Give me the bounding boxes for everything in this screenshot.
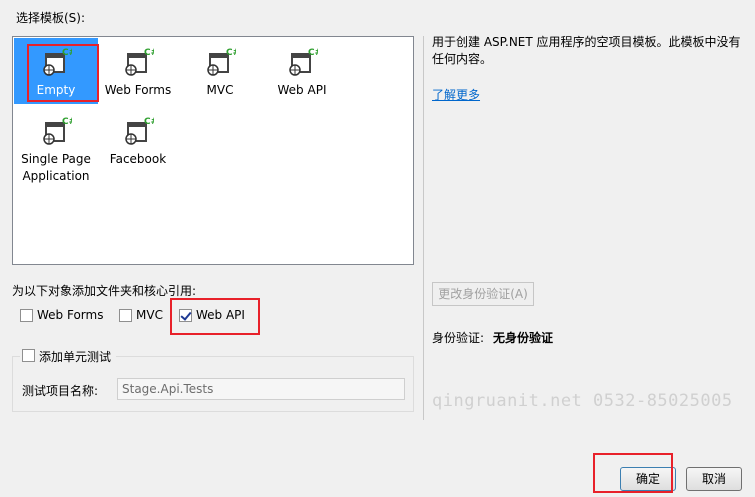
group-border-right bbox=[116, 356, 414, 357]
web-api-project-icon: C# bbox=[289, 48, 318, 76]
template-facebook[interactable]: C# Facebook bbox=[96, 107, 180, 173]
web-forms-checkbox[interactable] bbox=[20, 309, 33, 322]
svg-text:C#: C# bbox=[144, 48, 154, 58]
template-single-page-application[interactable]: C# Single Page Application bbox=[14, 107, 98, 183]
cancel-button[interactable]: 取消 bbox=[686, 467, 742, 491]
authentication-value: 无身份验证 bbox=[493, 331, 554, 345]
template-label-line2: Application bbox=[22, 169, 90, 183]
template-description-line1: 用于创建 ASP.NET 应用程序的空项目模板。此模板中没有 bbox=[432, 35, 741, 49]
spa-project-icon: C# bbox=[43, 117, 72, 145]
watermark-text: qingruanit.net 0532-85025005 bbox=[432, 391, 733, 411]
test-project-name-input[interactable] bbox=[117, 378, 405, 400]
template-mvc[interactable]: C# MVC bbox=[178, 38, 262, 104]
authentication-label: 身份验证: bbox=[432, 331, 485, 345]
highlight-box-ok bbox=[593, 453, 673, 493]
template-label: Facebook bbox=[109, 152, 167, 166]
mvc-checkbox[interactable] bbox=[119, 309, 132, 322]
mvc-project-icon: C# bbox=[207, 48, 236, 76]
web-forms-checkbox-label: Web Forms bbox=[37, 308, 104, 322]
facebook-project-icon: C# bbox=[125, 117, 154, 145]
highlight-box-web-api bbox=[170, 298, 260, 335]
svg-text:C#: C# bbox=[62, 117, 72, 127]
svg-text:C#: C# bbox=[308, 48, 318, 58]
template-description-line2: 任何内容。 bbox=[432, 52, 493, 66]
svg-text:C#: C# bbox=[144, 117, 154, 127]
learn-more-link[interactable]: 了解更多 bbox=[432, 86, 480, 103]
svg-text:C#: C# bbox=[226, 48, 236, 58]
add-unit-test-checkbox[interactable] bbox=[22, 349, 35, 362]
panel-divider bbox=[423, 36, 424, 420]
template-web-api[interactable]: C# Web API bbox=[260, 38, 344, 104]
add-unit-test-label: 添加单元测试 bbox=[39, 350, 112, 364]
template-label: Web Forms bbox=[104, 83, 172, 97]
template-label: Web API bbox=[277, 83, 327, 97]
highlight-box-empty bbox=[27, 44, 99, 102]
test-project-name-label: 测试项目名称: bbox=[22, 384, 99, 398]
template-label: MVC bbox=[206, 83, 234, 97]
template-label: Single Page bbox=[21, 152, 91, 166]
add-folders-label: 为以下对象添加文件夹和核心引用: bbox=[12, 284, 197, 298]
group-border-left bbox=[12, 356, 20, 357]
change-authentication-button[interactable]: 更改身份验证(A) bbox=[432, 282, 534, 306]
mvc-checkbox-label: MVC bbox=[136, 308, 163, 322]
select-template-label: 选择模板(S): bbox=[16, 11, 86, 25]
web-forms-project-icon: C# bbox=[125, 48, 154, 76]
template-web-forms[interactable]: C# Web Forms bbox=[96, 38, 180, 104]
